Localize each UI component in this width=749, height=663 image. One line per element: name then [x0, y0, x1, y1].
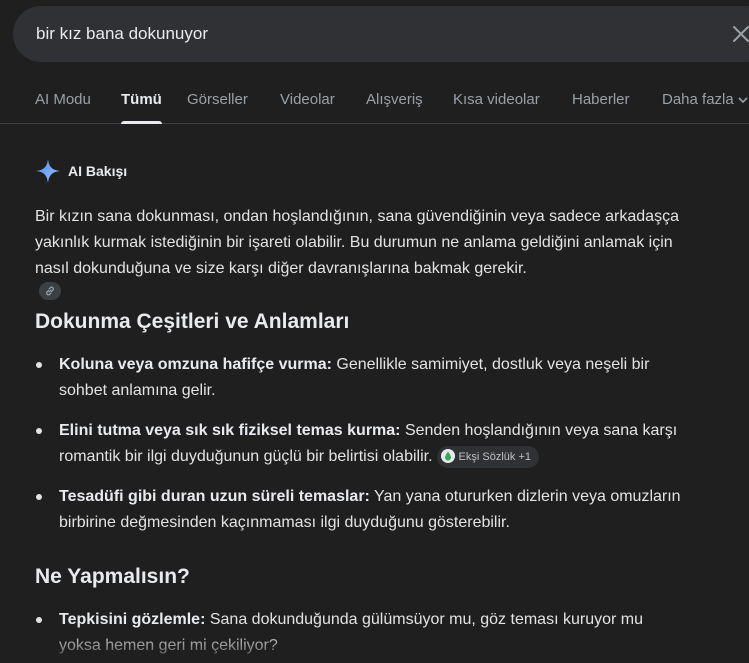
list-item-bold: Elini tutma veya sık sık fiziksel temas … — [59, 422, 401, 439]
list-item-text: Yan yana otururken dizlerin veya omuzlar… — [369, 488, 681, 505]
source-chip-label: Ekşi Sözlük +1 — [458, 450, 531, 463]
list-item-text: romantik bir ilgi duyduğunun güçlü bir b… — [59, 448, 433, 465]
section-heading: Ne Yapmalısın? — [35, 565, 190, 588]
eksi-sozluk-icon — [440, 448, 455, 463]
intro-line: yakınlık kurmak istediğinin bir işareti … — [35, 234, 673, 251]
search-bar — [13, 6, 749, 62]
list-item-text: sohbet anlamına gelir. — [59, 382, 216, 399]
chevron-down-icon — [738, 97, 748, 104]
search-tabs: AI Modu Tümü Görseller Videolar Alışveri… — [0, 82, 749, 124]
list-item-text: Genellikle samimiyet, dostluk veya neşel… — [331, 356, 650, 373]
list-item-text: Senden hoşlandığının veya sana karşı — [400, 422, 678, 439]
ai-overview-intro: Bir kızın sana dokunması, ondan hoşlandı… — [35, 204, 749, 300]
list-item-text: birbirine değmesinden kaçınmaması ilgi d… — [59, 514, 510, 531]
source-link-button[interactable] — [39, 282, 61, 300]
bullet-dot — [36, 428, 42, 434]
search-header: AI Modu Tümü Görseller Videolar Alışveri… — [0, 0, 749, 124]
bullet-dot — [36, 617, 42, 623]
list-item: Tesadüfi gibi duran uzun süreli temaslar… — [35, 484, 749, 536]
list-item: Elini tutma veya sık sık fiziksel temas … — [35, 418, 749, 470]
list-item-bold: Tesadüfi gibi duran uzun süreli temaslar… — [59, 488, 370, 505]
clear-search-button[interactable] — [729, 22, 749, 46]
tab-short-videos[interactable]: Kısa videolar — [453, 82, 540, 124]
tab-more[interactable]: Daha fazla — [662, 82, 748, 124]
close-icon — [733, 26, 749, 42]
intro-line: Bir kızın sana dokunması, ondan hoşlandı… — [35, 208, 679, 225]
tab-videos[interactable]: Videolar — [280, 82, 335, 124]
tab-more-label: Daha fazla — [662, 91, 734, 108]
list-item: Tepkisini gözlemle: Sana dokunduğunda gü… — [35, 607, 749, 659]
list-item-line: romantik bir ilgi duyduğunun güçlü bir b… — [35, 444, 749, 470]
list-item-line: Tesadüfi gibi duran uzun süreli temaslar… — [35, 484, 749, 510]
intro-line: nasıl dokunduğuna ve size karşı diğer da… — [35, 260, 527, 277]
tab-images[interactable]: Görseller — [187, 82, 248, 124]
tab-shopping[interactable]: Alışveriş — [366, 82, 423, 124]
list-item-line: Elini tutma veya sık sık fiziksel temas … — [35, 418, 749, 444]
tab-news[interactable]: Haberler — [572, 82, 630, 124]
source-chip[interactable]: Ekşi Sözlük +1 — [436, 445, 539, 468]
bullet-dot — [36, 362, 42, 368]
bullet-dot — [36, 494, 42, 500]
tab-all[interactable]: Tümü — [121, 82, 162, 124]
list-item-text: yoksa hemen geri mi çekiliyor? — [59, 637, 278, 654]
sparkle-icon — [36, 159, 60, 183]
intro-line-last: nasıl dokunduğuna ve size karşı diğer da… — [35, 256, 749, 300]
search-input[interactable] — [36, 22, 636, 46]
ai-overview-title: AI Bakışı — [68, 163, 128, 179]
list-item-text: Sana dokunduğunda gülümsüyor mu, göz tem… — [205, 611, 643, 628]
list-item-bold: Koluna veya omzuna hafifçe vurma: — [59, 356, 332, 373]
list-item-line: Koluna veya omzuna hafifçe vurma: Genell… — [35, 352, 749, 378]
list-item-bold: Tepkisini gözlemle: — [59, 611, 206, 628]
link-icon — [46, 286, 54, 296]
ai-overview-header: AI Bakışı — [35, 158, 335, 186]
tab-ai-mode[interactable]: AI Modu — [35, 82, 91, 124]
list-item-line: Tepkisini gözlemle: Sana dokunduğunda gü… — [35, 607, 749, 633]
section-heading: Dokunma Çeşitleri ve Anlamları — [35, 310, 350, 333]
list-item: Koluna veya omzuna hafifçe vurma: Genell… — [35, 352, 749, 404]
